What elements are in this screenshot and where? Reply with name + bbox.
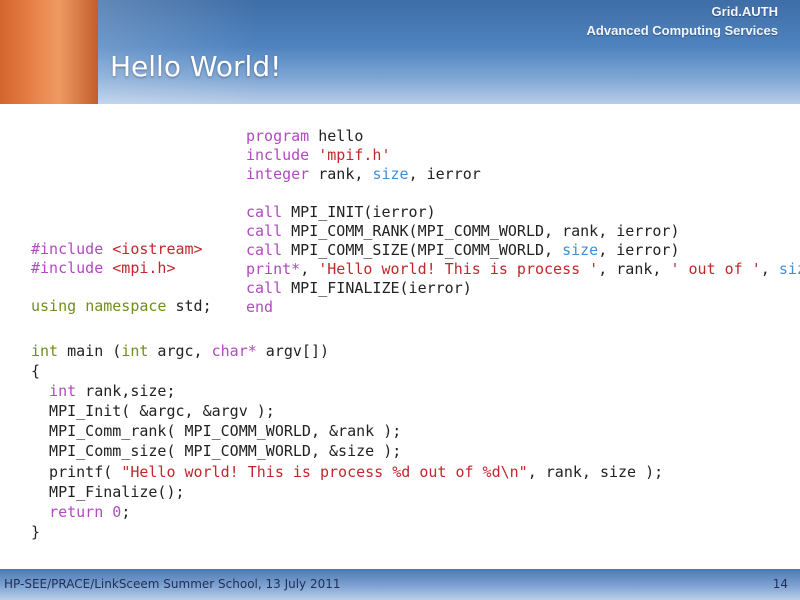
fortran-code-block: program hello include 'mpif.h' integer ran… [246, 127, 800, 317]
code-keyword: using [31, 297, 77, 315]
code-line: } [31, 522, 663, 542]
code-line: using namespace std; [31, 297, 212, 316]
code-text: rank,size; [76, 382, 176, 401]
code-keyword: char* [211, 342, 257, 360]
code-line: MPI_Init( &argc, &argv ); [31, 401, 663, 421]
code-text: { [31, 362, 41, 381]
slide-header: Grid.AUTH Advanced Computing Services He… [0, 0, 800, 104]
brand-subtitle: Advanced Computing Services [586, 23, 778, 38]
code-keyword: int [31, 342, 59, 360]
cpp-include-block: #include <iostream> #include <mpi.h> using… [31, 240, 212, 316]
code-line: program hello [246, 127, 800, 146]
code-text: MPI_Finalize(); [31, 482, 185, 501]
code-text: MPI_FINALIZE(ierror) [282, 279, 472, 297]
code-keyword: #include [31, 259, 104, 277]
code-text: MPI_INIT(ierror) [282, 203, 436, 221]
code-keyword: call [246, 203, 283, 221]
code-number: 0 [112, 502, 122, 521]
code-line: #include <mpi.h> [31, 259, 212, 278]
code-line: { [31, 361, 663, 381]
code-text: , ierror) [598, 241, 680, 259]
header-accent-stripe [0, 0, 98, 104]
code-text: , rank, [598, 260, 671, 278]
code-keyword: print* [246, 260, 301, 278]
code-text: printf( [31, 462, 122, 481]
footer-text: HP-SEE/PRACE/LinkSceem Summer School, 13… [4, 577, 341, 591]
code-text: , [760, 260, 779, 278]
code-line: printf( "Hello world! This is process %d… [31, 462, 663, 482]
slide-title: Hello World! [110, 50, 282, 83]
code-keyword: include [246, 146, 310, 164]
code-string: <iostream> [103, 240, 203, 258]
code-text: MPI_COMM_RANK(MPI_COMM_WORLD, rank, ierr… [282, 222, 680, 240]
code-keyword: call [246, 279, 283, 297]
code-text: argv[]) [256, 342, 330, 360]
code-line: include 'mpif.h' [246, 146, 800, 165]
code-text: MPI_Comm_rank( MPI_COMM_WORLD, &rank ); [31, 422, 402, 441]
code-keyword: #include [31, 240, 104, 258]
code-keyword: int [121, 342, 149, 360]
code-line: int main (int argc, char* argv[]) [31, 341, 663, 361]
code-keyword: return [49, 502, 104, 521]
code-line: MPI_Comm_rank( MPI_COMM_WORLD, &rank ); [31, 421, 663, 441]
code-type: size [778, 260, 800, 278]
code-text: hello [309, 127, 364, 145]
code-string: 'Hello world! This is process ' [318, 260, 599, 278]
code-text: , [300, 260, 319, 278]
code-keyword: int [49, 382, 77, 401]
code-text: } [31, 522, 41, 541]
code-line: print*, 'Hello world! This is process ',… [246, 260, 800, 279]
code-type: size [562, 241, 599, 259]
code-line: MPI_Finalize(); [31, 482, 663, 502]
code-line: call MPI_COMM_RANK(MPI_COMM_WORLD, rank,… [246, 222, 800, 241]
code-text: MPI_Init( &argc, &argv ); [31, 402, 275, 421]
code-line: integer rank, size, ierror [246, 165, 800, 184]
code-text: argc, [148, 342, 212, 360]
code-keyword: call [246, 222, 283, 240]
code-string: 'mpif.h' [309, 146, 391, 164]
code-text: std; [166, 297, 212, 315]
code-line: return 0; [31, 502, 663, 522]
code-text: rank, [309, 165, 373, 183]
code-line: int rank,size; [31, 381, 663, 401]
code-line: call MPI_FINALIZE(ierror) [246, 279, 800, 298]
code-keyword: program [246, 127, 310, 145]
code-line: end [246, 298, 800, 317]
cpp-main-block: int main (int argc, char* argv[]){ int r… [31, 341, 663, 542]
code-text: , ierror [408, 165, 481, 183]
code-string: "Hello world! This is process %d out of … [121, 462, 528, 481]
page-number: 14 [772, 577, 788, 591]
brand-name: Grid.AUTH [711, 4, 778, 19]
code-text: main ( [58, 342, 122, 360]
code-keyword: integer [246, 165, 310, 183]
code-type: size [372, 165, 409, 183]
code-line: #include <iostream> [31, 240, 212, 259]
code-text: MPI_COMM_SIZE(MPI_COMM_WORLD, [282, 241, 563, 259]
code-string: <mpi.h> [103, 259, 176, 277]
code-text: MPI_Comm_size( MPI_COMM_WORLD, &size ); [31, 442, 402, 461]
code-line: call MPI_COMM_SIZE(MPI_COMM_WORLD, size,… [246, 241, 800, 260]
code-string: ' out of ' [670, 260, 761, 278]
code-keyword: end [246, 298, 274, 316]
code-line: call MPI_INIT(ierror) [246, 203, 800, 222]
code-text: , rank, size ); [527, 462, 664, 481]
code-keyword: namespace [85, 297, 167, 315]
brand-logo: Grid.AUTH Advanced Computing Services [587, 2, 778, 40]
code-text: ; [121, 502, 131, 521]
code-keyword: call [246, 241, 283, 259]
code-line: MPI_Comm_size( MPI_COMM_WORLD, &size ); [31, 441, 663, 461]
